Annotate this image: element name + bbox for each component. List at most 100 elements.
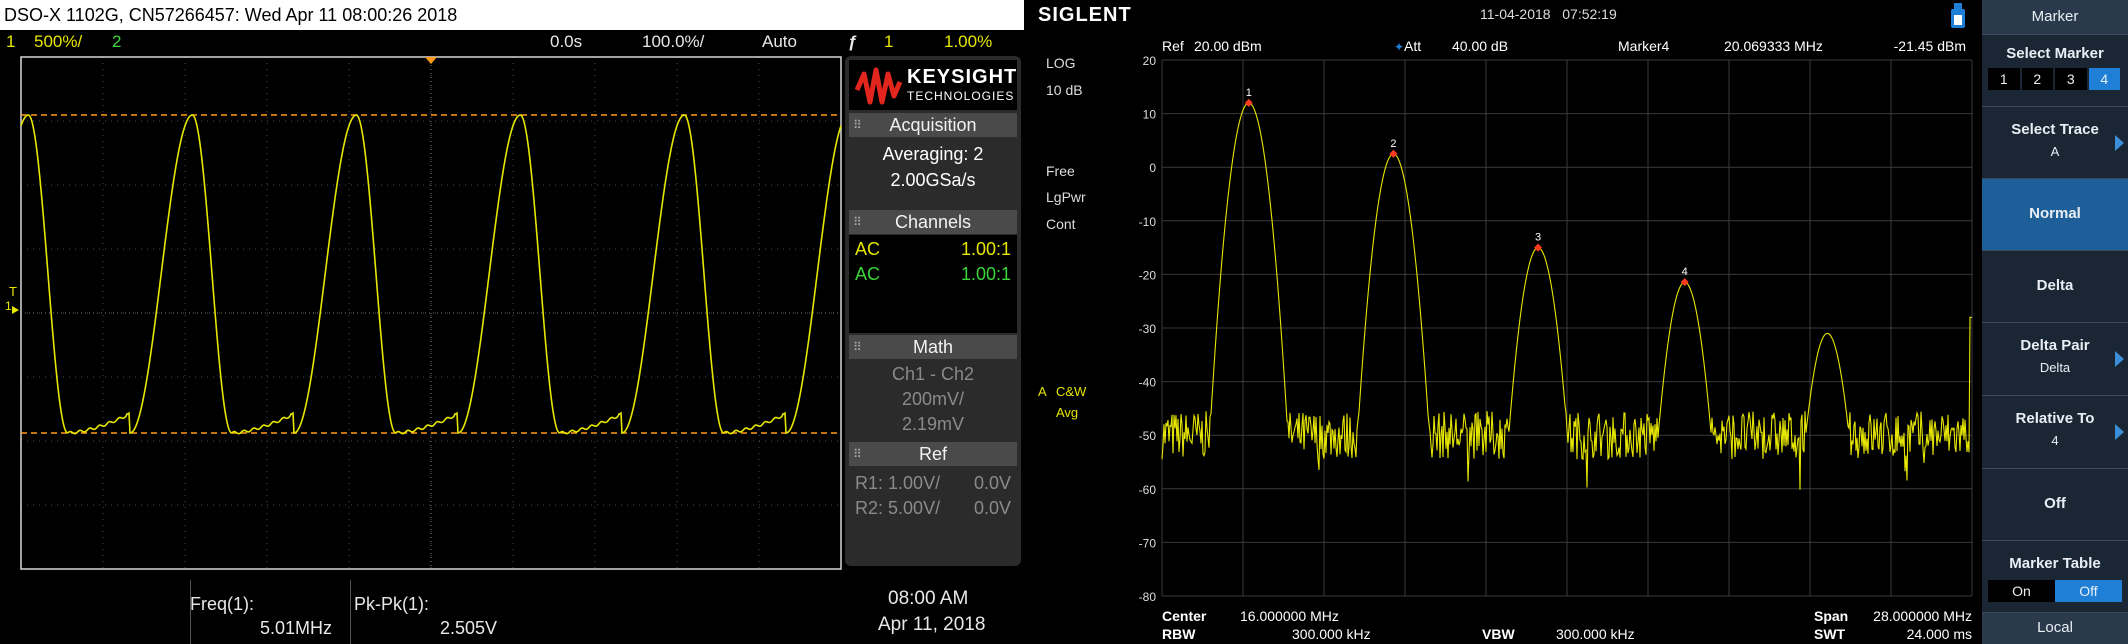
y-tick-label: -30 xyxy=(1139,322,1157,336)
delta-pair-key[interactable]: Delta Pair Delta xyxy=(1982,322,2128,395)
keysight-wave-icon xyxy=(855,67,903,105)
att-star-icon: ✦ xyxy=(1394,40,1404,54)
marker-readout-level: -21.45 dBm xyxy=(1894,38,1966,54)
trace-label: A xyxy=(1038,384,1047,399)
marker-number-selector[interactable]: 1 2 3 4 xyxy=(1988,68,2122,90)
scope-info-panel: KEYSIGHT TECHNOLOGIES Acquisition Averag… xyxy=(845,56,1021,566)
scope-measurement-bar: Freq(1): 5.01MHz Pk-Pk(1): 2.505V 08:00 … xyxy=(0,580,1024,644)
y-tick-label: -40 xyxy=(1139,376,1157,390)
marker-table-off[interactable]: Off xyxy=(2055,580,2122,602)
marker-off-key[interactable]: Off xyxy=(1982,468,2128,540)
vbw-label: VBW xyxy=(1482,626,1515,642)
span-value[interactable]: 28.000000 MHz xyxy=(1873,608,1972,624)
scope-title-bar: DSO-X 1102G, CN57266457: Wed Apr 11 08:0… xyxy=(0,0,1024,30)
trigger-mode[interactable]: Auto xyxy=(762,30,797,54)
sweep-mode: Cont xyxy=(1046,216,1076,232)
submenu-arrow-icon xyxy=(2115,424,2124,440)
channels-header[interactable]: Channels xyxy=(849,210,1017,234)
marker-point[interactable] xyxy=(1389,149,1398,158)
vbw-value[interactable]: 300.000 kHz xyxy=(1556,626,1635,642)
trigger-level[interactable]: 1.00% xyxy=(944,30,992,54)
ref2-scale: 5.00V/ xyxy=(888,498,941,518)
local-key[interactable]: Local xyxy=(1982,612,2128,644)
delta-pair-value: Delta xyxy=(2039,360,2071,375)
trigger-type: Free xyxy=(1046,163,1075,179)
select-trace-key[interactable]: Select Trace A xyxy=(1982,106,2128,178)
usb-storage-icon xyxy=(1951,3,1965,28)
ref-row: R1: 1.00V/ 0.0V xyxy=(855,473,1011,494)
math-scale: 200mV/ xyxy=(901,389,965,409)
trigger-level-marker[interactable]: T xyxy=(9,284,17,299)
span-label: Span xyxy=(1814,608,1848,624)
brand-name: KEYSIGHT xyxy=(907,66,1018,88)
scale-type[interactable]: LOG xyxy=(1046,55,1076,71)
swt-value[interactable]: 24.000 ms xyxy=(1907,626,1972,642)
ch1-ground-marker[interactable]: 1 xyxy=(5,299,12,313)
normal-key[interactable]: Normal xyxy=(1982,178,2128,250)
marker-table-on[interactable]: On xyxy=(1988,580,2055,602)
time-offset[interactable]: 0.0s xyxy=(550,30,582,54)
acquisition-header[interactable]: Acquisition xyxy=(849,113,1017,137)
math-expression: Ch1 - Ch2 xyxy=(891,364,975,384)
ref1-scale: 1.00V/ xyxy=(888,473,941,493)
relative-to-key[interactable]: Relative To 4 xyxy=(1982,395,2128,468)
marker-table-toggle[interactable]: On Off xyxy=(1988,580,2122,602)
ch2-probe: 1.00:1 xyxy=(960,264,1011,284)
time-scale[interactable]: 100.0%/ xyxy=(642,30,704,54)
scope-clock-date: Apr 11, 2018 xyxy=(878,614,986,635)
ref-level-label: Ref xyxy=(1162,38,1184,54)
pkpk-value: 2.505V xyxy=(440,618,498,638)
trigger-edge-icon: ƒ xyxy=(848,32,858,51)
channel-row: AC 1.00:1 xyxy=(855,264,1011,285)
att-value[interactable]: 40.00 dB xyxy=(1452,38,1508,54)
scope-grid xyxy=(21,57,841,569)
siglent-logo: SIGLENT xyxy=(1038,4,1132,26)
marker-number-3[interactable]: 3 xyxy=(2055,68,2087,90)
channel-row: AC 1.00:1 xyxy=(855,239,1011,260)
marker-number-label: 1 xyxy=(1246,87,1252,99)
trigger-position-marker[interactable] xyxy=(425,57,437,64)
y-tick-label: 0 xyxy=(1149,161,1156,175)
scale-div[interactable]: 10 dB xyxy=(1046,82,1083,98)
marker-readout-label: Marker4 xyxy=(1618,38,1670,54)
rbw-value[interactable]: 300.000 kHz xyxy=(1292,626,1371,642)
att-label: Att xyxy=(1404,38,1421,54)
ch2-number[interactable]: 2 xyxy=(112,30,121,54)
trace-mode: Avg xyxy=(1056,405,1078,420)
ref-level-value[interactable]: 20.00 dBm xyxy=(1194,38,1262,54)
submenu-arrow-icon xyxy=(2115,134,2124,151)
marker-point[interactable] xyxy=(1244,98,1253,107)
marker-number-label: 4 xyxy=(1682,266,1688,278)
ch2-coupling: AC xyxy=(855,264,881,284)
ref-row: R2: 5.00V/ 0.0V xyxy=(855,498,1011,519)
y-tick-label: -10 xyxy=(1139,215,1157,229)
math-header[interactable]: Math xyxy=(849,335,1017,359)
marker-point[interactable] xyxy=(1534,243,1543,252)
math-body: Ch1 - Ch2 200mV/ 2.19mV xyxy=(849,360,1017,440)
ref2-offset: 0.0V xyxy=(973,498,1011,518)
channels-body: AC 1.00:1 AC 1.00:1 xyxy=(849,235,1017,333)
sa-date: 11-04-2018 xyxy=(1480,6,1551,22)
ref2-label: R2: xyxy=(855,498,884,518)
freq-value: 5.01MHz xyxy=(260,618,333,638)
delta-key[interactable]: Delta xyxy=(1982,250,2128,322)
marker-point[interactable] xyxy=(1680,278,1689,287)
center-value[interactable]: 16.000000 MHz xyxy=(1240,608,1339,624)
y-tick-label: -20 xyxy=(1139,268,1157,282)
marker-number-1[interactable]: 1 xyxy=(1988,68,2020,90)
ch1-probe: 1.00:1 xyxy=(960,239,1011,259)
brand-sub: TECHNOLOGIES xyxy=(907,89,1015,103)
ch1-number[interactable]: 1 xyxy=(6,30,15,54)
trigger-source[interactable]: 1 xyxy=(884,30,893,54)
ch1-coupling: AC xyxy=(855,239,881,259)
ch1-scale[interactable]: 500%/ xyxy=(34,30,82,54)
oscilloscope-screen: DSO-X 1102G, CN57266457: Wed Apr 11 08:0… xyxy=(0,0,1024,644)
delta-pair-label: Delta Pair xyxy=(2020,337,2090,354)
marker-number-2[interactable]: 2 xyxy=(2021,68,2053,90)
math-offset: 2.19mV xyxy=(901,414,965,434)
marker-number-4[interactable]: 4 xyxy=(2088,68,2120,90)
ref1-label: R1: xyxy=(855,473,884,493)
marker-set: 1 2 3 4 xyxy=(1244,87,1689,287)
ref-header[interactable]: Ref xyxy=(849,442,1017,466)
y-tick-label: -80 xyxy=(1139,590,1157,604)
